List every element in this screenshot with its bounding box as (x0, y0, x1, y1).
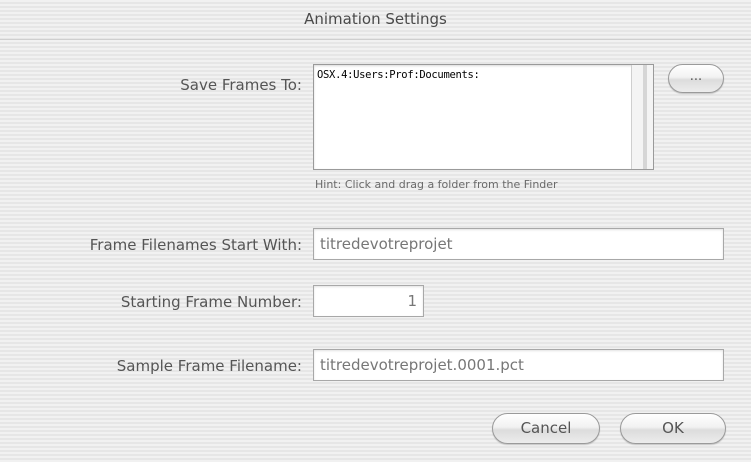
sample-filename-label: Sample Frame Filename: (116, 357, 302, 375)
sample-filename-field: titredevotreprojet.0001.pct (313, 349, 724, 381)
cancel-button[interactable]: Cancel (492, 413, 600, 444)
ok-button[interactable]: OK (620, 413, 726, 444)
drag-folder-hint: Hint: Click and drag a folder from the F… (315, 178, 558, 191)
animation-settings-dialog: Animation Settings Save Frames To: OSX.4… (0, 0, 751, 462)
textarea-scrollbar[interactable] (631, 65, 653, 169)
save-frames-path-textarea[interactable]: OSX.4:Users:Prof:Documents: (313, 64, 654, 170)
start-number-input[interactable]: 1 (313, 285, 424, 317)
scrollbar-thumb[interactable] (643, 65, 647, 169)
dialog-title: Animation Settings (0, 0, 751, 40)
filename-start-label: Frame Filenames Start With: (89, 236, 302, 254)
filename-start-input[interactable]: titredevotreprojet (313, 228, 724, 260)
browse-folder-button[interactable]: ... (668, 64, 724, 93)
start-number-label: Starting Frame Number: (120, 293, 302, 311)
save-frames-label: Save Frames To: (180, 76, 302, 94)
save-frames-path-text: OSX.4:Users:Prof:Documents: (317, 69, 480, 81)
